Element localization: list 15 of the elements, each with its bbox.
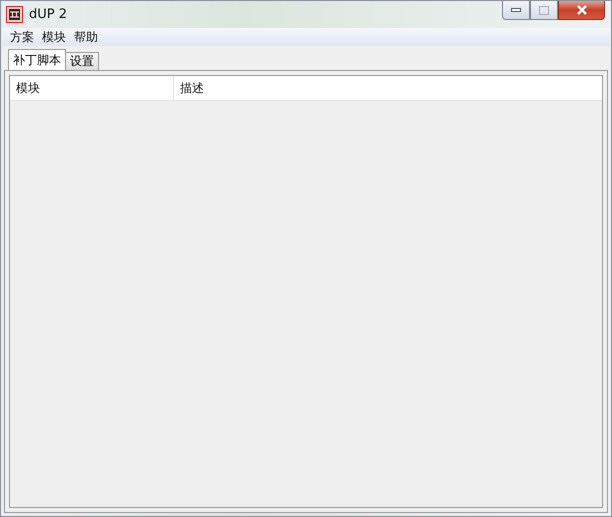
menu-item[interactable]: 模块: [38, 28, 70, 46]
window-title: dUP 2: [29, 7, 68, 22]
column-header[interactable]: 模块: [10, 76, 174, 100]
column-header[interactable]: 描述: [174, 76, 602, 100]
minimize-button[interactable]: [502, 1, 530, 20]
menu-item[interactable]: 帮助: [70, 28, 102, 46]
tab[interactable]: 补丁脚本: [8, 49, 66, 70]
app-icon: [6, 6, 23, 23]
maximize-button[interactable]: [530, 1, 558, 20]
close-button[interactable]: [558, 1, 605, 20]
tab[interactable]: 设置: [65, 52, 99, 70]
maximize-icon: [539, 6, 549, 14]
menu-item[interactable]: 方案: [6, 28, 38, 46]
minimize-icon: [511, 8, 521, 12]
close-icon: [576, 5, 588, 15]
